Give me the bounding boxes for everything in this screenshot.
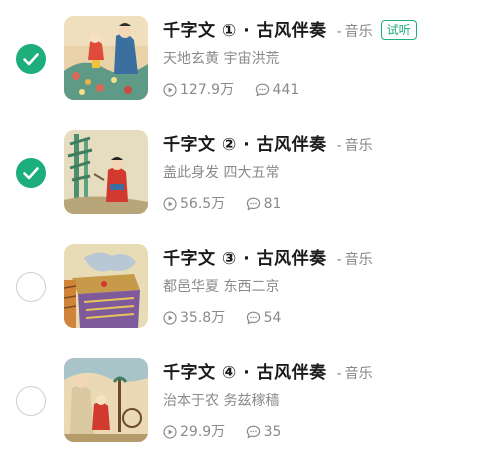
play-count-value: 29.9万 — [180, 424, 226, 440]
comment-count-value: 35 — [263, 424, 282, 440]
track-cover-image[interactable] — [64, 130, 148, 214]
track-list: 千字文 ① · 古风伴奏 - 音乐 试听 天地玄黄 宇宙洪荒 127.9万 441 — [0, 0, 480, 448]
track-title: 千字文 ① · 古风伴奏 — [163, 21, 327, 41]
select-checkbox-unchecked[interactable] — [16, 386, 46, 416]
track-cover-image[interactable] — [64, 244, 148, 328]
track-category: 音乐 — [344, 366, 373, 382]
play-count-icon — [163, 197, 177, 211]
comment-count-value: 54 — [263, 310, 282, 326]
play-count: 56.5万 — [163, 194, 225, 214]
track-category: 音乐 — [344, 24, 373, 40]
select-checkbox-checked[interactable] — [16, 158, 46, 188]
track-stats: 127.9万 441 — [163, 80, 299, 100]
track-category: 音乐 — [344, 252, 373, 268]
play-count: 35.8万 — [163, 308, 225, 328]
track-subtitle: 天地玄黄 宇宙洪荒 — [163, 51, 280, 67]
checkmark-icon — [23, 53, 39, 66]
comment-count: 54 — [246, 308, 282, 328]
track-subtitle: 治本于农 务兹稼穑 — [163, 393, 280, 409]
play-count-icon — [163, 425, 177, 439]
comment-icon — [246, 425, 260, 439]
play-count-value: 56.5万 — [180, 196, 226, 212]
track-title-line: 千字文 ③ · 古风伴奏 - 音乐 — [163, 246, 373, 272]
select-checkbox-unchecked[interactable] — [16, 272, 46, 302]
comment-icon — [246, 197, 260, 211]
track-stats: 29.9万 35 — [163, 422, 281, 442]
play-count: 29.9万 — [163, 422, 225, 442]
select-checkbox-checked[interactable] — [16, 44, 46, 74]
track-row[interactable]: 千字文 ② · 古风伴奏 - 音乐 盖此身发 四大五常 56.5万 81 — [0, 114, 480, 226]
checkmark-icon — [23, 167, 39, 180]
play-count-value: 127.9万 — [180, 82, 235, 98]
comment-count-value: 81 — [263, 196, 282, 212]
track-title-line: 千字文 ④ · 古风伴奏 - 音乐 — [163, 360, 373, 386]
play-count-icon — [163, 83, 177, 97]
play-count: 127.9万 — [163, 80, 234, 100]
comment-icon — [255, 83, 269, 97]
track-stats: 35.8万 54 — [163, 308, 281, 328]
track-cover-image[interactable] — [64, 16, 148, 100]
comment-count: 35 — [246, 422, 282, 442]
track-category: 音乐 — [344, 138, 373, 154]
track-row[interactable]: 千字文 ④ · 古风伴奏 - 音乐 治本于农 务兹稼穑 29.9万 35 — [0, 342, 480, 454]
comment-icon — [246, 311, 260, 325]
title-separator: - — [336, 24, 342, 40]
track-cover-image[interactable] — [64, 358, 148, 442]
preview-badge: 试听 — [380, 20, 417, 40]
track-row[interactable]: 千字文 ① · 古风伴奏 - 音乐 试听 天地玄黄 宇宙洪荒 127.9万 441 — [0, 0, 480, 112]
track-title: 千字文 ④ · 古风伴奏 — [163, 363, 327, 383]
title-separator: - — [336, 252, 342, 268]
play-count-icon — [163, 311, 177, 325]
track-subtitle: 盖此身发 四大五常 — [163, 165, 280, 181]
play-count-value: 35.8万 — [180, 310, 226, 326]
comment-count: 81 — [246, 194, 282, 214]
track-subtitle: 都邑华夏 东西二京 — [163, 279, 280, 295]
track-title: 千字文 ② · 古风伴奏 — [163, 135, 327, 155]
track-title-line: 千字文 ② · 古风伴奏 - 音乐 — [163, 132, 373, 158]
title-separator: - — [336, 138, 342, 154]
track-stats: 56.5万 81 — [163, 194, 281, 214]
track-row[interactable]: 千字文 ③ · 古风伴奏 - 音乐 都邑华夏 东西二京 35.8万 54 — [0, 228, 480, 340]
track-title-line: 千字文 ① · 古风伴奏 - 音乐 试听 — [163, 18, 417, 44]
comment-count: 441 — [255, 80, 300, 100]
track-title: 千字文 ③ · 古风伴奏 — [163, 249, 327, 269]
title-separator: - — [336, 366, 342, 382]
comment-count-value: 441 — [272, 82, 300, 98]
